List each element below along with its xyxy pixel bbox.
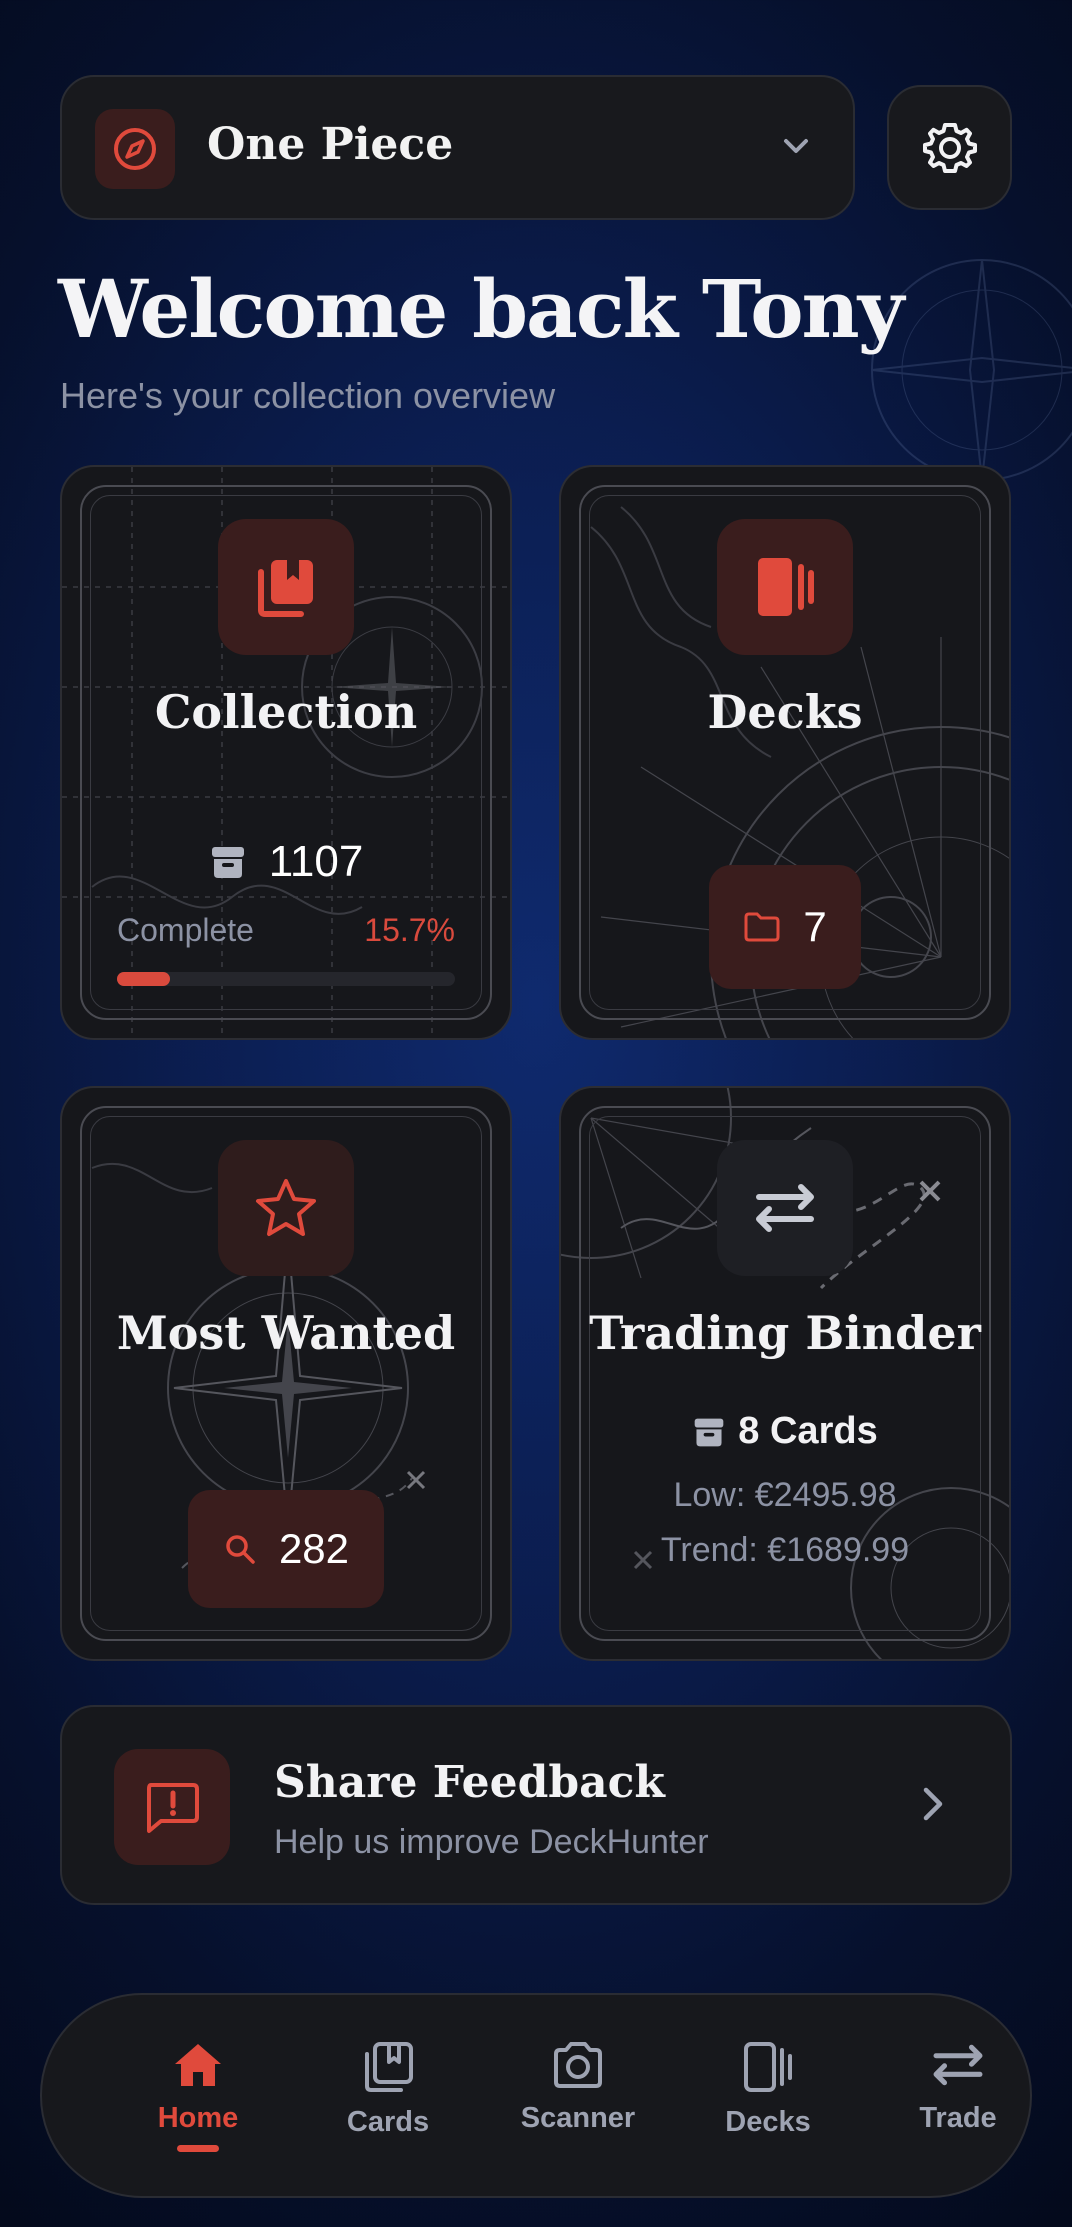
cards-icon (365, 2042, 413, 2092)
trading-binder-low-price: Low: €2495.98 (673, 1476, 897, 1514)
trading-binder-card[interactable]: Trading Binder 8 Cards Low: €2495.98 Tre… (559, 1086, 1011, 1661)
nav-home-label: Home (157, 2102, 239, 2134)
most-wanted-title: Most Wanted (116, 1306, 456, 1360)
nav-scanner-label: Scanner (520, 2102, 636, 2134)
settings-button[interactable] (887, 85, 1012, 210)
archive-icon (211, 847, 244, 878)
star-icon (218, 1140, 354, 1276)
most-wanted-count: 282 (278, 1525, 350, 1572)
swap-icon (933, 2044, 983, 2086)
decks-title: Decks (707, 685, 863, 739)
nav-scanner[interactable]: Scanner (488, 1995, 668, 2200)
compass-icon (95, 109, 175, 189)
welcome-title: Welcome back Tony (58, 262, 904, 356)
feedback-icon (114, 1749, 230, 1865)
nav-trade-label: Trade (919, 2102, 997, 2134)
nav-decks-label: Decks (725, 2106, 811, 2138)
collection-card[interactable]: Collection 1107 Complete 15.7% (60, 465, 512, 1040)
completion-progress-fill (117, 972, 171, 986)
swap-icon (717, 1140, 853, 1276)
nav-decks[interactable]: Decks (678, 1995, 858, 2200)
decks-count-pill: 7 (709, 865, 861, 989)
game-selector[interactable]: One Piece (60, 75, 855, 220)
home-icon (175, 2044, 221, 2086)
bottom-navigation: Home Cards Scanner Decks Trade (40, 1993, 1032, 2198)
decks-count: 7 (803, 903, 827, 950)
active-indicator (177, 2145, 219, 2152)
camera-icon (554, 2042, 602, 2088)
trading-binder-title: Trading Binder (589, 1306, 981, 1360)
collection-title: Collection (154, 685, 418, 739)
nav-cards-label: Cards (346, 2106, 430, 2138)
game-name: One Piece (207, 119, 454, 170)
collection-count: 1107 (268, 837, 364, 886)
cards-stack-icon (218, 519, 354, 655)
decks-icon (717, 519, 853, 655)
folder-icon (744, 912, 780, 942)
complete-percentage: 15.7% (364, 912, 455, 948)
archive-icon (694, 1418, 724, 1446)
welcome-subtitle: Here's your collection overview (60, 375, 556, 416)
chevron-down-icon (784, 139, 808, 153)
decks-icon (744, 2042, 792, 2092)
chevron-right-icon (923, 1787, 943, 1821)
nav-home[interactable]: Home (108, 1995, 288, 2200)
trading-binder-trend-price: Trend: €1689.99 (660, 1531, 910, 1569)
nav-cards[interactable]: Cards (298, 1995, 478, 2200)
search-icon (226, 1535, 255, 1564)
decks-card[interactable]: Decks 7 (559, 465, 1011, 1040)
nav-trade[interactable]: Trade (868, 1995, 1048, 2200)
gear-icon (922, 122, 977, 173)
complete-label: Complete (117, 912, 254, 948)
feedback-title: Share Feedback (274, 1757, 665, 1808)
feedback-subtitle: Help us improve DeckHunter (274, 1823, 709, 1861)
most-wanted-card[interactable]: Most Wanted 282 (60, 1086, 512, 1661)
trading-binder-card-count: 8 Cards (738, 1410, 878, 1452)
most-wanted-count-pill: 282 (188, 1490, 384, 1608)
share-feedback-button[interactable]: Share Feedback Help us improve DeckHunte… (60, 1705, 1012, 1905)
completion-progress-bar (117, 972, 455, 986)
